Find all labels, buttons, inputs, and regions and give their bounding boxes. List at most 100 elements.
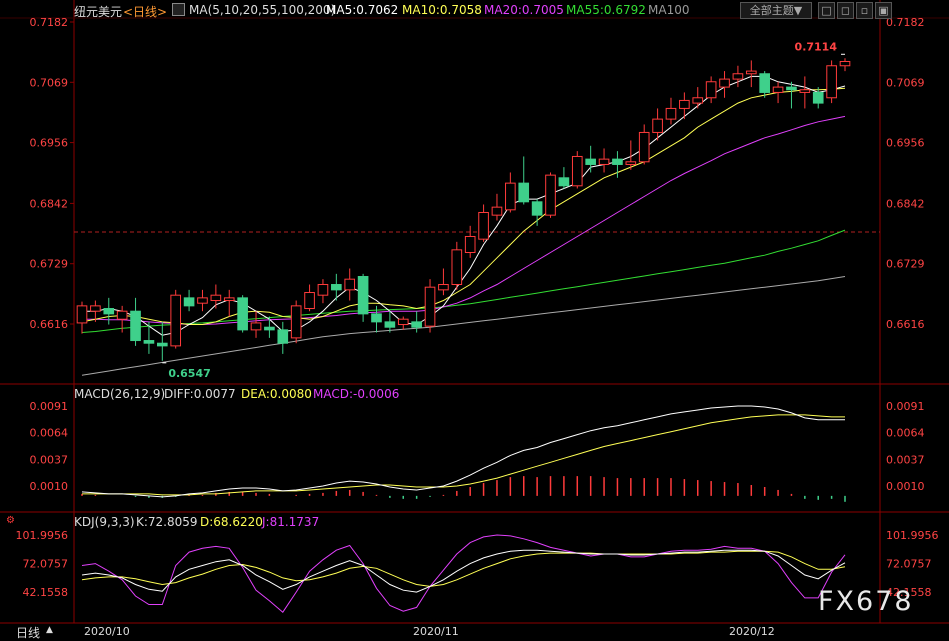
candle-down (103, 308, 115, 315)
candle-down (384, 321, 396, 328)
candle-up (397, 318, 409, 326)
kdj-j-line (81, 534, 846, 613)
price-tick-right: 0.6956 (886, 137, 925, 150)
macd-dea: DEA:0.0080 (241, 387, 312, 401)
candle-up (170, 294, 182, 347)
candle-up (505, 182, 516, 211)
window-button-1[interactable]: □ (818, 2, 835, 19)
ma10-line (81, 87, 846, 325)
ma55-value: MA55:0.6792 (566, 3, 646, 17)
macd-title: MACD(26,12,9) (74, 387, 166, 401)
candle-down (786, 86, 797, 91)
candle-down (518, 182, 530, 203)
candle-down (585, 158, 596, 165)
candle-up (344, 278, 356, 291)
date-label-nov: 2020/11 (413, 625, 459, 638)
ma100-value: MA100 (648, 3, 690, 17)
macd-layer (81, 405, 846, 502)
candle-down (277, 329, 289, 344)
ma-params: MA(5,10,20,55,100,200) (189, 3, 336, 17)
theme-selector-button[interactable]: 全部主题▼ (740, 2, 812, 19)
price-tick-right: 0.7069 (886, 76, 925, 89)
candle-down (331, 284, 342, 291)
candle-down (156, 342, 168, 347)
watermark-logo: FX678 (818, 586, 914, 617)
stock-chart: 0.7182 0.71820.7069 0.70690.6956 0.69560.68… (0, 0, 949, 624)
candle-down (531, 201, 543, 216)
candle-down (612, 158, 623, 165)
candle-up (223, 297, 235, 302)
price-tick-left: 0.6729 (30, 258, 69, 271)
candles-layer[interactable] (76, 58, 851, 361)
kdj-tick-right: 72.0757 (886, 558, 932, 571)
ma55-line (81, 229, 846, 333)
candle-down (264, 326, 275, 331)
candle-up (491, 206, 503, 216)
candle-down (143, 340, 155, 344)
kdj-layer (81, 534, 846, 613)
candle-up (598, 158, 610, 165)
candle-up (438, 284, 449, 291)
candle-up (451, 249, 463, 286)
price-tick-left: 0.6616 (30, 318, 69, 331)
candle-up (625, 161, 637, 165)
candle-up (799, 89, 811, 93)
candle-up (478, 211, 489, 240)
kdj-j: J:81.1737 (262, 515, 320, 529)
candle-down (812, 91, 824, 104)
price-tick-right: 0.6729 (886, 258, 925, 271)
candle-up (705, 81, 717, 99)
kdj-title: KDJ(9,3,3) (74, 515, 135, 529)
candle-up (290, 305, 302, 339)
candle-up (304, 292, 315, 310)
candle-down (357, 276, 369, 315)
candle-up (571, 155, 583, 187)
ma20-line (82, 115, 846, 325)
period-tab[interactable]: 日线 (16, 624, 40, 641)
candle-up (665, 107, 677, 120)
candle-up (638, 131, 650, 163)
window-button-2[interactable]: ◻ (837, 2, 854, 19)
kdj-k: K:72.8059 (136, 515, 198, 529)
candle-up (197, 297, 208, 304)
candle-down (759, 73, 771, 93)
candle-up (424, 286, 436, 327)
window-button-4[interactable]: ▣ (875, 2, 892, 19)
candle-up (210, 294, 222, 302)
period-label: <日线> (123, 5, 168, 19)
macd-tick-left: 0.0064 (30, 427, 69, 440)
candle-down (558, 177, 570, 187)
date-label-oct: 2020/10 (84, 625, 130, 638)
date-label-dec: 2020/12 (729, 625, 775, 638)
candle-up (545, 174, 556, 216)
period-tab-arrow-icon[interactable]: ▲ (46, 625, 53, 635)
kdj-settings-icon[interactable]: ⚙ (6, 515, 15, 526)
high-annotation: 0.7114 (795, 40, 838, 53)
price-tick-left: 0.6842 (30, 197, 69, 210)
kdj-tick-left: 101.9956 (16, 529, 69, 542)
candle-up (250, 322, 262, 331)
candle-up (652, 118, 663, 133)
macd-tick-right: 0.0010 (886, 480, 925, 493)
candle-down (411, 321, 422, 328)
ma-lines-layer (81, 75, 846, 376)
chart-type-icon[interactable] (172, 3, 185, 16)
price-tick-right: 0.6842 (886, 197, 925, 210)
candle-up (76, 305, 88, 324)
macd-diff: DIFF:0.0077 (164, 387, 236, 401)
low-annotation: 0.6547 (168, 367, 210, 380)
candle-up (745, 70, 757, 75)
grid-layer (0, 0, 949, 624)
macd-tick-right: 0.0091 (886, 400, 925, 413)
ma5-line (82, 75, 846, 336)
window-button-3[interactable]: ▫ (856, 2, 873, 19)
macd-tick-right: 0.0037 (886, 453, 925, 466)
candle-down (371, 313, 382, 323)
macd-tick-right: 0.0064 (886, 427, 925, 440)
candle-up (464, 235, 476, 254)
candle-up (317, 284, 329, 296)
candle-up (692, 97, 704, 104)
kdj-k-line (81, 549, 846, 593)
candle-down (183, 297, 195, 307)
candle-up (90, 305, 101, 312)
